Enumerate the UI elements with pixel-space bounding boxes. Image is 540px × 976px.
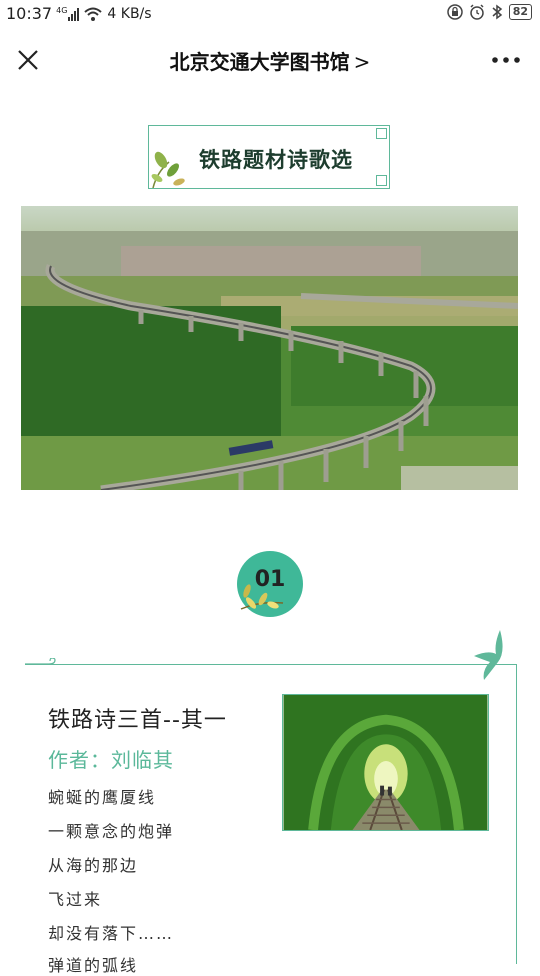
status-left: 10:37 4G 4 KB/s	[6, 4, 152, 23]
status-time: 10:37	[6, 4, 53, 23]
poem-line: 蜿蜒的鹰厦线	[48, 788, 157, 807]
navigation-bar: 北京交通大学图书馆 >	[0, 28, 540, 92]
poem-title: 铁路诗三首--其一	[48, 708, 227, 733]
chevron-right-icon: >	[353, 50, 371, 74]
poem-line: 从海的那边	[48, 856, 139, 875]
poem-line: 飞过来	[48, 890, 103, 909]
poem-line: 一颗意念的炮弹	[48, 822, 175, 841]
poem-author: 作者：刘临其	[48, 748, 174, 772]
wifi-icon	[84, 7, 103, 21]
section-number-badge: 01	[237, 551, 303, 617]
network-speed: 4 KB/s	[107, 5, 152, 22]
lock-icon	[446, 4, 463, 20]
page-title-text: 北京交通大学图书馆	[169, 50, 350, 74]
battery-icon: 82	[508, 4, 532, 20]
bluetooth-icon	[492, 4, 502, 20]
poem-line: 弹道的弧线	[48, 956, 139, 975]
signal-icon: 4G	[56, 5, 80, 21]
more-icon[interactable]	[490, 50, 522, 70]
section-title: 铁路题材诗歌选	[199, 148, 353, 172]
green-tunnel-image	[282, 694, 489, 831]
railway-viaduct-image	[21, 206, 518, 490]
section-number: 01	[254, 567, 286, 592]
leaf-decoration-icon	[151, 151, 185, 188]
frame-top-line	[25, 664, 517, 665]
status-right: 82	[446, 4, 532, 20]
alarm-icon	[469, 4, 484, 20]
corner-ornament	[376, 128, 387, 139]
poem-line: 却没有落下……	[48, 924, 175, 943]
section-title-box: 铁路题材诗歌选	[148, 125, 390, 189]
network-type: 4G	[56, 5, 68, 15]
page-title[interactable]: 北京交通大学图书馆 >	[0, 46, 540, 75]
frame-right-line	[516, 664, 517, 964]
corner-ornament	[376, 175, 387, 186]
status-bar: 10:37 4G 4 KB/s 82	[0, 0, 540, 28]
bird-icon	[474, 630, 503, 680]
